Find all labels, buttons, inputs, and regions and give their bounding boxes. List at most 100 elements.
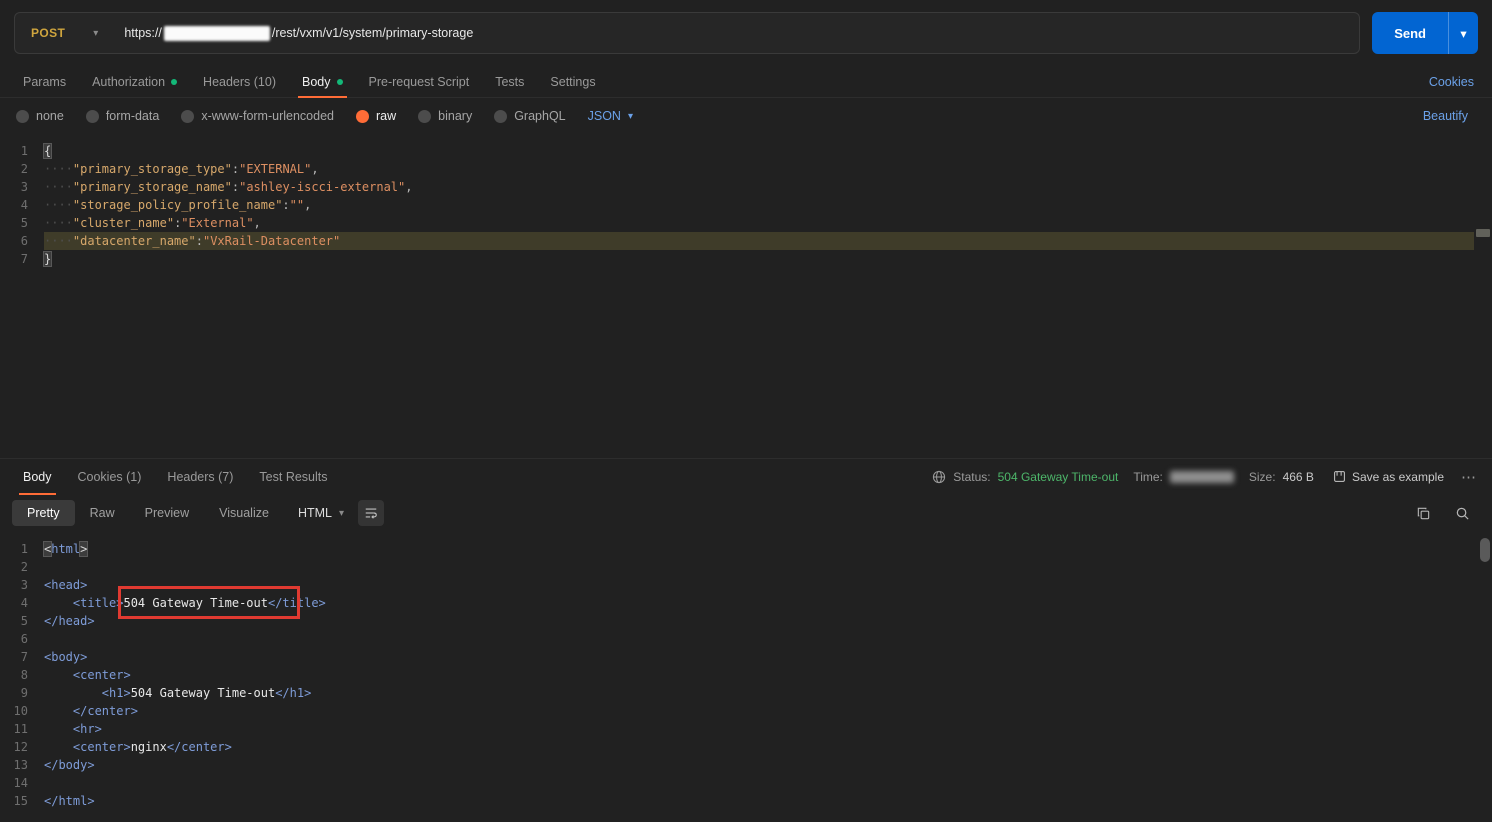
status-label: Status:	[953, 470, 990, 484]
tab-tests[interactable]: Tests	[482, 66, 537, 97]
toolbar-right-icons	[1416, 506, 1480, 521]
code-line: 6	[0, 630, 1492, 648]
mode-binary[interactable]: binary	[418, 109, 472, 123]
code-line: 14	[0, 774, 1492, 792]
code-line: 4····"storage_policy_profile_name":"",	[0, 196, 1492, 214]
code-text: </body>	[44, 756, 1474, 774]
radio-icon	[494, 110, 507, 123]
code-text: ····"primary_storage_name":"ashley-iscci…	[44, 178, 1474, 196]
copy-icon[interactable]	[1416, 506, 1431, 521]
mode-label: binary	[438, 109, 472, 123]
radio-icon	[86, 110, 99, 123]
code-line: 7<body>	[0, 648, 1492, 666]
url-redacted-segment	[164, 26, 270, 41]
tab-authorization[interactable]: Authorization	[79, 66, 190, 97]
time-value-redacted	[1170, 471, 1234, 483]
tab-params[interactable]: Params	[10, 66, 79, 97]
line-number: 6	[0, 232, 44, 250]
overview-ruler-mark	[1476, 229, 1490, 237]
tab-settings[interactable]: Settings	[537, 66, 608, 97]
code-line: 10 </center>	[0, 702, 1492, 720]
code-text: <h1>504 Gateway Time-out</h1>	[44, 684, 1474, 702]
response-tab-headers[interactable]: Headers (7)	[154, 459, 246, 494]
tab-label: Params	[23, 75, 66, 89]
tab-label: Settings	[550, 75, 595, 89]
code-line: 13</body>	[0, 756, 1492, 774]
request-body-editor[interactable]: 1{2····"primary_storage_type":"EXTERNAL"…	[0, 134, 1492, 458]
tab-pre-request-script[interactable]: Pre-request Script	[356, 66, 483, 97]
green-dot-indicator	[337, 79, 343, 85]
body-language-select[interactable]: JSON ▾	[588, 109, 633, 123]
mode-label: raw	[376, 109, 396, 123]
chevron-down-icon: ▾	[1460, 26, 1466, 41]
view-visualize-button[interactable]: Visualize	[204, 500, 284, 526]
code-text: ····"datacenter_name":"VxRail-Datacenter…	[44, 232, 1474, 250]
code-line: 1<html>	[0, 540, 1492, 558]
size-label: Size:	[1249, 470, 1276, 484]
view-raw-button[interactable]: Raw	[75, 500, 130, 526]
code-text: ····"storage_policy_profile_name":"",	[44, 196, 1474, 214]
url-input[interactable]: https:///rest/vxm/v1/system/primary-stor…	[114, 26, 483, 41]
format-label: HTML	[298, 506, 332, 520]
tab-label: Cookies (1)	[78, 470, 142, 484]
line-number: 1	[0, 142, 44, 160]
mode-label: x-www-form-urlencoded	[201, 109, 334, 123]
tab-label: Test Results	[259, 470, 327, 484]
response-tab-body[interactable]: Body	[10, 459, 65, 494]
mode-x-www-form-urlencoded[interactable]: x-www-form-urlencoded	[181, 109, 334, 123]
request-url-bar: POST ▾ https:///rest/vxm/v1/system/prima…	[0, 0, 1492, 66]
line-number: 15	[0, 792, 44, 810]
code-line: 5····"cluster_name":"External",	[0, 214, 1492, 232]
radio-icon	[181, 110, 194, 123]
code-text: <center>	[44, 666, 1474, 684]
send-button[interactable]: Send	[1372, 12, 1448, 54]
request-tabs: Params Authorization Headers (10) Body P…	[0, 66, 1492, 98]
mode-label: form-data	[106, 109, 160, 123]
mode-none[interactable]: none	[16, 109, 64, 123]
tab-label: Body	[23, 470, 52, 484]
line-number: 7	[0, 648, 44, 666]
response-scrollbar-thumb[interactable]	[1480, 538, 1490, 562]
mode-raw[interactable]: raw	[356, 109, 396, 123]
code-text: }	[44, 250, 1474, 268]
line-number: 7	[0, 250, 44, 268]
code-text	[44, 630, 1474, 648]
response-tab-test-results[interactable]: Test Results	[246, 459, 340, 494]
wrap-text-button[interactable]	[358, 500, 384, 526]
code-line: 7}	[0, 250, 1492, 268]
line-number: 11	[0, 720, 44, 738]
search-icon[interactable]	[1455, 506, 1470, 521]
response-body-viewer[interactable]: 1<html>23<head>4 <title>504 Gateway Time…	[0, 532, 1492, 822]
method-selector[interactable]: POST ▾	[15, 13, 114, 53]
code-line: 11 <hr>	[0, 720, 1492, 738]
tab-body[interactable]: Body	[289, 66, 356, 97]
mode-graphql[interactable]: GraphQL	[494, 109, 565, 123]
code-text: <body>	[44, 648, 1474, 666]
green-dot-indicator	[171, 79, 177, 85]
code-line: 12 <center>nginx</center>	[0, 738, 1492, 756]
line-number: 10	[0, 702, 44, 720]
tab-label: Body	[302, 75, 331, 89]
radio-icon	[418, 110, 431, 123]
red-annotation-box	[118, 586, 300, 619]
mode-label: none	[36, 109, 64, 123]
view-preview-button[interactable]: Preview	[130, 500, 204, 526]
response-tab-cookies[interactable]: Cookies (1)	[65, 459, 155, 494]
method-url-field: POST ▾ https:///rest/vxm/v1/system/prima…	[14, 12, 1360, 54]
send-options-button[interactable]: ▾	[1448, 12, 1478, 54]
more-options-icon[interactable]: ⋯	[1461, 468, 1476, 486]
save-as-example-button[interactable]: Save as example	[1333, 470, 1444, 484]
tab-label: Tests	[495, 75, 524, 89]
code-text: <hr>	[44, 720, 1474, 738]
line-number: 6	[0, 630, 44, 648]
response-format-select[interactable]: HTML ▾	[298, 506, 344, 520]
code-text	[44, 558, 1474, 576]
tab-label: Headers (7)	[167, 470, 233, 484]
beautify-link[interactable]: Beautify	[1423, 109, 1476, 123]
status-value: 504 Gateway Time-out	[998, 470, 1119, 484]
cookies-link[interactable]: Cookies	[1429, 75, 1482, 89]
view-pretty-button[interactable]: Pretty	[12, 500, 75, 526]
mode-form-data[interactable]: form-data	[86, 109, 160, 123]
time-label: Time:	[1133, 470, 1163, 484]
tab-headers[interactable]: Headers (10)	[190, 66, 289, 97]
